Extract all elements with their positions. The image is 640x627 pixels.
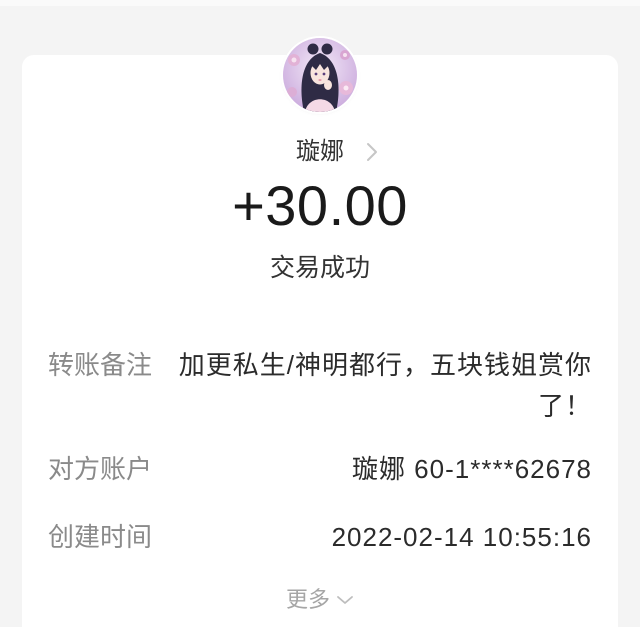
- detail-label-remark: 转账备注: [48, 350, 153, 380]
- payee-name[interactable]: 璇娜: [0, 136, 640, 168]
- detail-value-counterparty: 璇娜 60-1****62678: [351, 454, 592, 484]
- avatar[interactable]: [283, 38, 357, 112]
- transaction-amount: +30.00: [232, 174, 408, 237]
- chevron-down-icon: [337, 596, 353, 604]
- avatar-image: [283, 38, 357, 112]
- more-label: 更多: [285, 587, 330, 612]
- chevron-right-icon[interactable]: [366, 142, 378, 162]
- more-button[interactable]: 更多: [0, 585, 640, 615]
- transaction-detail-screen: 璇娜 +30.00 交易成功 转账备注 加更私生/神明都行，五块钱姐赏你了！ 对…: [0, 0, 640, 627]
- detail-value-remark: 加更私生/神明都行，五块钱姐赏你了！: [178, 350, 592, 421]
- detail-label-created-time: 创建时间: [48, 522, 153, 552]
- top-strip: [0, 0, 640, 6]
- transaction-status: 交易成功: [269, 254, 370, 282]
- detail-label-counterparty: 对方账户: [48, 454, 153, 484]
- detail-value-created-time: 2022-02-14 10:55:16: [331, 522, 592, 552]
